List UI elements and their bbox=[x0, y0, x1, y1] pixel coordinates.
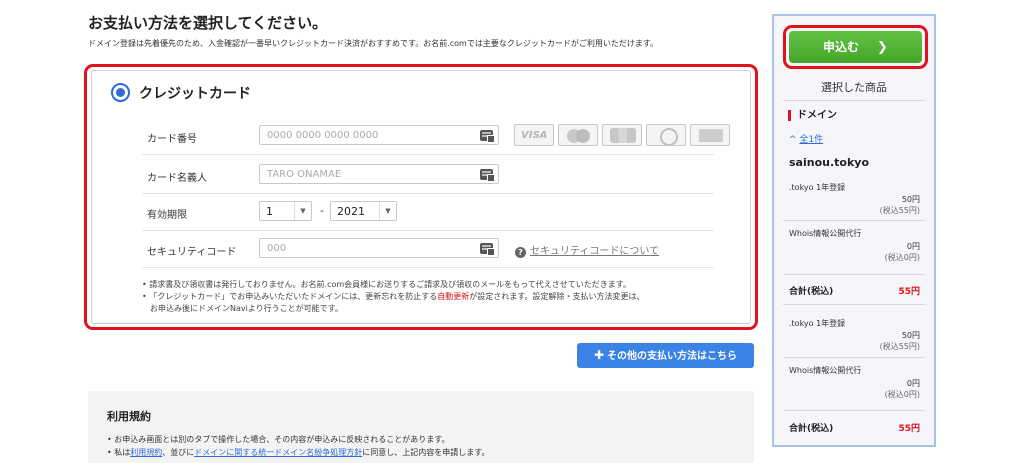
diners-logo-icon bbox=[646, 124, 686, 146]
question-icon: ? bbox=[515, 247, 526, 258]
terms-line: • お申込み画面とは別のタブで操作した場合、その内容が申込みに反映されることがあ… bbox=[107, 435, 450, 444]
credit-card-title[interactable]: クレジットカード bbox=[139, 83, 251, 103]
terms-section: 利用規約 • お申込み画面とは別のタブで操作した場合、その内容が申込みに反映され… bbox=[88, 391, 754, 463]
card-holder-label: カード名義人 bbox=[147, 173, 207, 184]
divider bbox=[783, 220, 925, 221]
total-value: 55円 bbox=[898, 424, 920, 434]
mastercard-logo-icon bbox=[558, 124, 598, 146]
collapse-toggle[interactable]: ^ 全1件 bbox=[789, 132, 823, 145]
selected-items-title: 選択した商品 bbox=[821, 81, 887, 94]
apply-button-highlight: 申込む ❯ bbox=[783, 25, 928, 69]
credit-card-radio[interactable] bbox=[111, 83, 130, 102]
page-subtitle: ドメイン登録は先着優先のため、入金確認が一番早いクレジットカード決済がおすすめで… bbox=[88, 39, 659, 48]
total-label: 合計(税込) bbox=[789, 424, 834, 434]
visa-logo-icon: VISA bbox=[514, 124, 554, 146]
item-tax: (税込0円) bbox=[884, 253, 920, 262]
chevron-down-icon: ▼ bbox=[379, 202, 396, 220]
expiry-month-value: 1 bbox=[266, 205, 273, 218]
item-price: 0円 bbox=[906, 242, 920, 251]
other-payment-button[interactable]: ✚ その他の支払い方法はこちら bbox=[577, 343, 754, 368]
order-summary-sidebar: 申込む ❯ 選択した商品 ドメイン ^ 全1件 sainou.tokyo .tok… bbox=[772, 14, 936, 447]
note-line: • 請求書及び領収書は発行しておりません。お名前.com会員様にお送りするご請求… bbox=[142, 280, 631, 289]
card-brand-logos: VISA bbox=[514, 124, 730, 146]
note-line: • 「クレジットカード」でお申込みいただいたドメインには、更新忘れを防止する自動… bbox=[142, 292, 645, 301]
keyboard-icon[interactable] bbox=[480, 130, 495, 143]
item-name: .tokyo 1年登録 bbox=[789, 319, 846, 328]
chevron-right-icon: ❯ bbox=[877, 40, 888, 55]
card-number-placeholder: 0000 0000 0000 0000 bbox=[267, 130, 379, 141]
card-holder-input[interactable]: TARO ONAMAE bbox=[259, 164, 499, 184]
expiry-year-value: 2021 bbox=[337, 205, 365, 218]
plus-icon: ✚ bbox=[593, 348, 605, 362]
item-price: 0円 bbox=[906, 379, 920, 388]
divider bbox=[783, 357, 925, 358]
security-code-input[interactable]: 000 bbox=[259, 238, 499, 258]
apply-button[interactable]: 申込む ❯ bbox=[789, 31, 922, 63]
security-code-help-link[interactable]: セキュリティコードについて bbox=[530, 246, 659, 257]
expiry-row: 有効期限 1 ▼ - 2021 ▼ bbox=[142, 194, 714, 231]
domain-section-label: ドメイン bbox=[788, 110, 837, 121]
card-number-row: カード番号 0000 0000 0000 0000 VISA bbox=[142, 118, 730, 155]
chevron-up-icon: ^ bbox=[789, 135, 800, 145]
apply-button-label: 申込む bbox=[823, 40, 860, 54]
keyboard-icon[interactable] bbox=[480, 243, 495, 256]
total-value: 55円 bbox=[898, 287, 920, 297]
item-tax: (税込0円) bbox=[884, 390, 920, 399]
expiry-separator: - bbox=[320, 204, 324, 217]
divider bbox=[783, 410, 925, 411]
chevron-down-icon: ▼ bbox=[294, 202, 311, 220]
security-code-help[interactable]: ? セキュリティコードについて bbox=[515, 242, 659, 258]
keyboard-icon[interactable] bbox=[480, 169, 495, 182]
card-holder-placeholder: TARO ONAMAE bbox=[267, 169, 342, 180]
other-payment-label: その他の支払い方法はこちら bbox=[607, 351, 738, 362]
item-price: 50円 bbox=[901, 331, 920, 340]
toggle-label[interactable]: 全1件 bbox=[799, 135, 823, 145]
divider bbox=[783, 274, 925, 275]
expiry-month-select[interactable]: 1 ▼ bbox=[259, 201, 312, 221]
total-label: 合計(税込) bbox=[789, 287, 834, 297]
expiry-year-select[interactable]: 2021 ▼ bbox=[330, 201, 397, 221]
item-tax: (税込55円) bbox=[879, 206, 920, 215]
expiry-label: 有効期限 bbox=[147, 210, 187, 221]
credit-card-notes: • 請求書及び領収書は発行しておりません。お名前.com会員様にお送りするご請求… bbox=[142, 279, 742, 315]
card-holder-row: カード名義人 TARO ONAMAE bbox=[142, 157, 714, 194]
item-name: Whois情報公開代行 bbox=[789, 366, 862, 375]
security-code-placeholder: 000 bbox=[267, 243, 287, 254]
terms-line: • 私は利用規約、並びにドメインに関する統一ドメイン名紛争処理方針に同意し、上記… bbox=[107, 448, 490, 457]
credit-card-panel: クレジットカード カード番号 0000 0000 0000 0000 VISA bbox=[91, 70, 751, 324]
note-line: お申込み後にドメインNaviより行うことが可能です。 bbox=[150, 304, 343, 313]
jcb-logo-icon bbox=[602, 124, 642, 146]
item-price: 50円 bbox=[901, 195, 920, 204]
divider bbox=[783, 100, 925, 101]
item-name: .tokyo 1年登録 bbox=[789, 183, 846, 192]
item-tax: (税込55円) bbox=[879, 342, 920, 351]
terms-link[interactable]: 利用規約 bbox=[130, 448, 162, 457]
terms-title: 利用規約 bbox=[107, 410, 151, 423]
security-code-row: セキュリティコード 000 ? セキュリティコードについて bbox=[142, 231, 714, 268]
card-number-input[interactable]: 0000 0000 0000 0000 bbox=[259, 125, 499, 145]
page-title: お支払い方法を選択してください。 bbox=[88, 14, 328, 32]
auto-renew-text: 自動更新 bbox=[437, 292, 470, 301]
divider bbox=[783, 304, 925, 305]
security-code-label: セキュリティコード bbox=[147, 247, 237, 258]
payment-page: お支払い方法を選択してください。 ドメイン登録は先着優先のため、入金確認が一番早… bbox=[0, 0, 1024, 463]
amex-logo-icon bbox=[690, 124, 730, 146]
domain-name: sainou.tokyo bbox=[789, 156, 869, 169]
dispute-policy-link[interactable]: ドメインに関する統一ドメイン名紛争処理方針 bbox=[194, 448, 362, 457]
card-number-label: カード番号 bbox=[147, 134, 197, 145]
credit-card-highlight: クレジットカード カード番号 0000 0000 0000 0000 VISA bbox=[84, 64, 758, 330]
item-name: Whois情報公開代行 bbox=[789, 229, 862, 238]
